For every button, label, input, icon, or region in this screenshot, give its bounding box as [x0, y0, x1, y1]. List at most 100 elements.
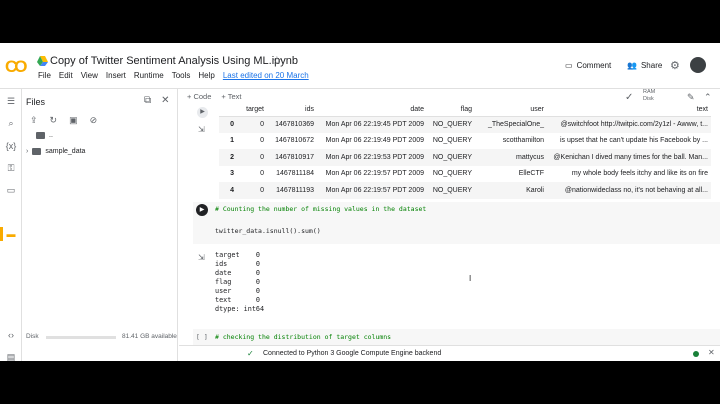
cell-date: Mon Apr 06 22:19:57 PDT 2009: [317, 182, 427, 199]
cell-target: 0: [237, 149, 267, 166]
menu-tools[interactable]: Tools: [172, 71, 191, 80]
command-palette-icon[interactable]: ▤: [5, 351, 17, 361]
code-cell[interactable]: ▶ # Counting the number of missing value…: [193, 202, 720, 244]
hide-files-icon[interactable]: ⊘: [90, 115, 98, 126]
table-row: 4 0 1467811193 Mon Apr 06 22:19:57 PDT 2…: [219, 182, 711, 199]
tree-item-label: sample_data: [45, 148, 86, 155]
folder-icon: [36, 132, 45, 139]
mount-drive-icon[interactable]: ▣: [69, 115, 78, 126]
cell-text: @Kenichan I dived many times for the bal…: [547, 149, 711, 166]
code-line: twitter_data.isnull().sum(): [215, 227, 321, 235]
cell-flag: NO_QUERY: [427, 116, 475, 133]
chevron-right-icon: ›: [26, 148, 29, 155]
menu-runtime[interactable]: Runtime: [134, 71, 164, 80]
cell-ids: 1467810917: [267, 149, 317, 166]
search-icon[interactable]: ⌕: [5, 117, 17, 129]
disk-available: 81.41 GB available: [122, 333, 177, 340]
cell-flag: NO_QUERY: [427, 182, 475, 199]
cell-user: _TheSpecialOne_: [475, 116, 547, 133]
row-index: 3: [230, 170, 234, 178]
close-icon[interactable]: ✕: [161, 95, 169, 106]
avatar[interactable]: [690, 57, 706, 73]
cell-text: @switchfoot http://twitpic.com/2y1zl - A…: [547, 116, 711, 133]
upload-icon[interactable]: ⇪: [30, 115, 38, 126]
close-icon[interactable]: ✕: [708, 348, 715, 357]
menu-file[interactable]: File: [38, 71, 51, 80]
comment-button[interactable]: ▭ Comment: [565, 61, 611, 70]
disk-label: Disk: [643, 96, 654, 102]
terminal-icon[interactable]: ▭: [5, 184, 17, 196]
menu-insert[interactable]: Insert: [106, 71, 126, 80]
menu-bar: File Edit View Insert Runtime Tools Help…: [38, 71, 317, 80]
code-comment: # Counting the number of missing values …: [215, 205, 427, 213]
tree-item-sample-data[interactable]: › sample_data: [26, 148, 85, 155]
cell-target: 0: [260, 137, 264, 145]
chevron-up-icon[interactable]: ⌃: [704, 92, 712, 103]
status-text: Connected to Python 3 Google Compute Eng…: [263, 350, 442, 357]
code-snippets-icon[interactable]: ‹›: [5, 329, 17, 341]
resource-monitor[interactable]: RAM Disk: [643, 89, 655, 103]
run-cell-button[interactable]: ▶: [196, 204, 208, 216]
table-row: 0 0 1467810369 Mon Apr 06 22:19:45 PDT 2…: [219, 116, 711, 133]
row-index: 4: [219, 182, 237, 199]
menu-edit[interactable]: Edit: [59, 71, 73, 80]
share-button[interactable]: 👥 Share: [627, 61, 662, 70]
cell-text: is upset that he can't update his Facebo…: [559, 137, 708, 145]
notebook-area: + Code + Text ✓ RAM Disk ✎ ⌃ ▶ ⇲ target …: [179, 89, 720, 361]
cell-target: 0: [260, 170, 264, 178]
disk-usage-bar: [46, 336, 116, 339]
column-header: flag: [427, 104, 475, 117]
cell-flag: NO_QUERY: [427, 149, 475, 166]
disk-label: Disk: [26, 333, 39, 340]
menu-view[interactable]: View: [81, 71, 98, 80]
cell-execution-bracket[interactable]: [ ]: [196, 333, 208, 341]
drive-icon[interactable]: [37, 56, 48, 66]
table-row: 2 0 1467810917 Mon Apr 06 22:19:53 PDT 2…: [219, 149, 711, 166]
star-icon[interactable]: ☆: [272, 54, 282, 67]
ram-label: RAM: [643, 89, 656, 95]
add-text-button[interactable]: + Text: [221, 92, 241, 101]
cell-user: scotthamilton: [502, 137, 544, 145]
cell-user: Karoli: [475, 182, 547, 199]
tree-item-parent[interactable]: ..: [36, 132, 53, 139]
cell-text: my whole body feels itchy and like its o…: [571, 170, 708, 178]
cell-ids: 1467811193: [267, 182, 317, 199]
cell-output: target 0 ids 0 date 0 flag 0 user 0 text…: [215, 251, 265, 313]
people-icon: 👥: [627, 61, 637, 70]
variables-icon[interactable]: {x}: [5, 140, 17, 152]
cell-target: 0: [237, 182, 267, 199]
column-header: [219, 104, 237, 117]
table-row: 3 0 1467811184 Mon Apr 06 22:19:57 PDT 2…: [219, 166, 711, 183]
column-header: date: [317, 104, 427, 117]
output-icon: ⇲: [198, 253, 205, 262]
menu-help[interactable]: Help: [198, 71, 214, 80]
cell-text: @nationwideclass no, it's not behaving a…: [547, 182, 711, 199]
header-bar: CO Copy of Twitter Sentiment Analysis Us…: [0, 43, 720, 89]
notebook-title[interactable]: Copy of Twitter Sentiment Analysis Using…: [50, 55, 298, 67]
left-rail: ☰ ⌕ {x} ⚿ ▭ ▬ ‹› ▤ ▭: [0, 89, 22, 361]
column-header: target: [237, 104, 267, 117]
last-edited-link[interactable]: Last edited on 20 March: [223, 71, 309, 80]
cell-ids: 1467810369: [267, 116, 317, 133]
folder-icon[interactable]: ▬: [5, 228, 17, 240]
toc-icon[interactable]: ☰: [5, 95, 17, 107]
check-icon: ✓: [247, 349, 254, 358]
cell-target: 0: [237, 116, 267, 133]
add-code-button[interactable]: + Code: [187, 92, 211, 101]
comment-label: Comment: [576, 61, 612, 70]
cell-user: ElleCTF: [518, 170, 544, 178]
row-index: 1: [230, 137, 234, 145]
tree-item-label: ..: [49, 132, 53, 139]
pencil-icon[interactable]: ✎: [687, 92, 695, 103]
cell-date: Mon Apr 06 22:19:57 PDT 2009: [325, 170, 424, 178]
share-label: Share: [640, 61, 663, 70]
row-index: 2: [219, 149, 237, 166]
key-icon[interactable]: ⚿: [5, 162, 17, 174]
files-panel-title: Files: [26, 97, 46, 107]
cell-run-icon[interactable]: ▶: [197, 107, 208, 118]
cell-date: Mon Apr 06 22:19:45 PDT 2009: [317, 116, 427, 133]
gear-icon[interactable]: ⚙: [670, 59, 680, 72]
new-window-icon[interactable]: ⧉: [144, 95, 151, 106]
column-header: user: [475, 104, 547, 117]
refresh-icon[interactable]: ↻: [50, 115, 58, 126]
